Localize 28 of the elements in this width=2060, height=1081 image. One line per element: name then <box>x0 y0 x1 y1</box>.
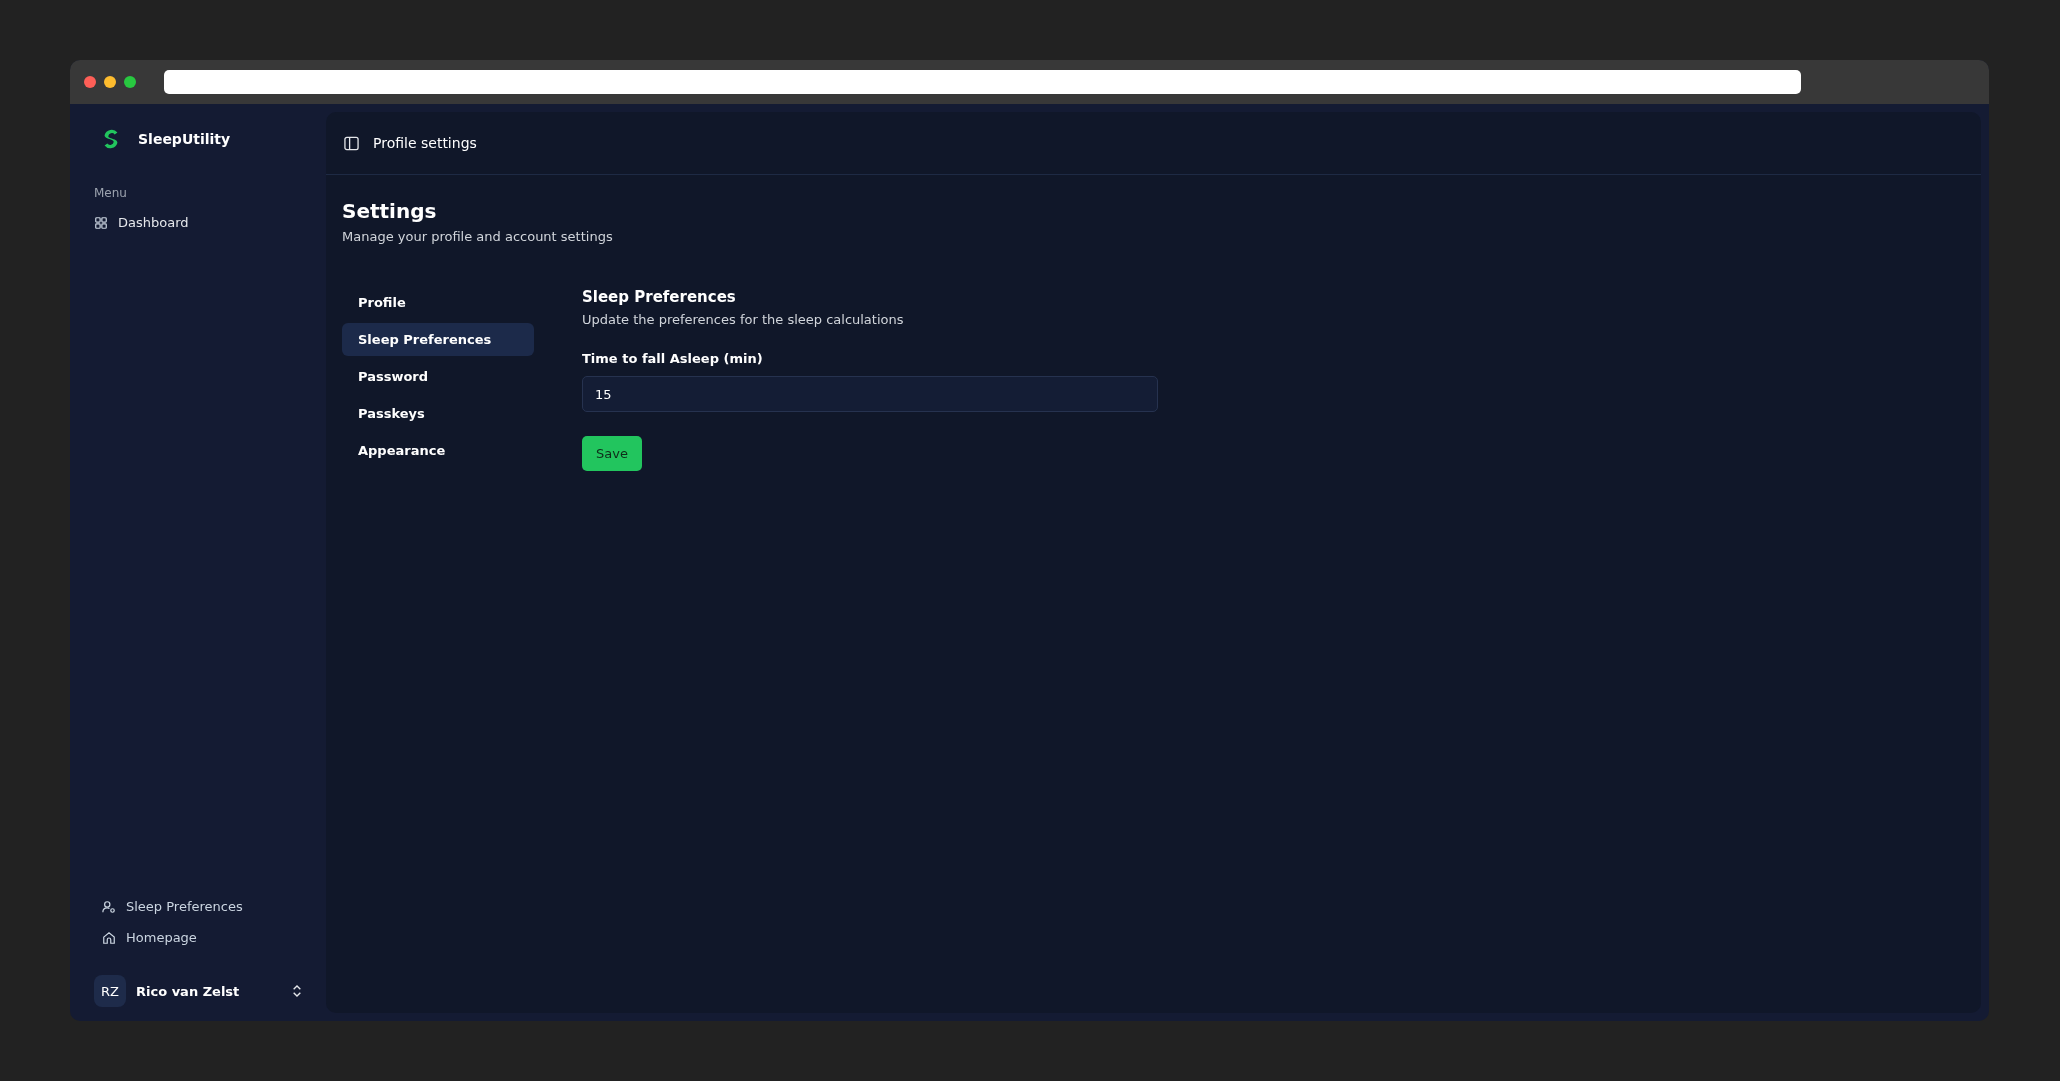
sidebar-item[interactable]: Homepage <box>94 922 310 953</box>
menu-label: Menu <box>94 186 128 200</box>
close-dot[interactable] <box>84 76 96 88</box>
settings-tab[interactable]: Appearance <box>342 434 534 467</box>
save-button[interactable]: Save <box>582 436 642 471</box>
page-title: Settings <box>342 199 438 223</box>
grid-icon <box>94 215 108 230</box>
home-icon <box>102 930 116 945</box>
settings-tab[interactable]: Sleep Preferences <box>342 323 534 356</box>
field-label: Time to fall Asleep (min) <box>582 351 763 366</box>
sidebar-item[interactable]: Dashboard <box>94 208 310 237</box>
user-gear-icon <box>102 899 116 914</box>
section-title: Sleep Preferences <box>582 288 736 306</box>
section-description: Update the preferences for the sleep calculations <box>582 312 904 327</box>
app-name: SleepUtility <box>138 131 231 147</box>
input-field[interactable]: 15 <box>582 376 1158 412</box>
settings-tab[interactable]: Profile <box>342 286 534 319</box>
page-subtitle: Manage your profile and account settings <box>342 229 614 244</box>
avatar: RZ <box>94 975 126 1007</box>
maximize-dot[interactable] <box>124 76 136 88</box>
sidebar-item[interactable]: Sleep Preferences <box>94 891 310 922</box>
user-menu[interactable]: RZ Rico van Zelst <box>94 975 310 1007</box>
chevrons-icon <box>292 984 302 998</box>
settings-tab[interactable]: Passkeys <box>342 397 534 430</box>
settings-tab[interactable]: Password <box>342 360 534 393</box>
minimize-dot[interactable] <box>104 76 116 88</box>
header-title: Profile settings <box>373 135 477 151</box>
sidebar-toggle-icon[interactable] <box>344 135 359 151</box>
